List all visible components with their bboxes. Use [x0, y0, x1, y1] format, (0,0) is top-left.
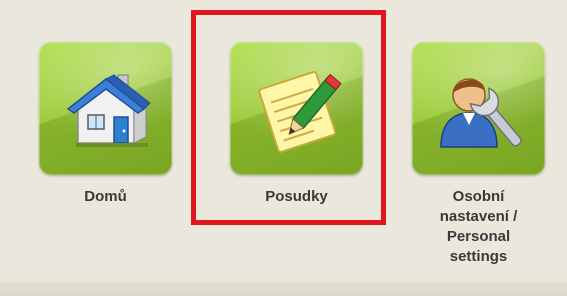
settings-tile-label: Osobní nastavení / Personal settings [409, 187, 549, 267]
home-tile-button[interactable] [39, 42, 172, 175]
settings-label-line-4: settings [449, 248, 508, 265]
settings-label-line-1: Osobní [452, 188, 505, 205]
user-wrench-icon [439, 77, 522, 148]
reviews-tile-label: Posudky [265, 188, 328, 205]
settings-tile[interactable]: Osobní nastavení / Personal settings [412, 42, 545, 267]
house-icon [66, 73, 151, 147]
reviews-tile-button[interactable] [230, 42, 363, 175]
reviews-tile[interactable]: Posudky [230, 42, 363, 207]
page-background-stripe [0, 282, 567, 296]
notepad-pencil-icon [257, 70, 342, 153]
home-tile-label: Domů [84, 188, 127, 205]
home-tile[interactable]: Domů [39, 42, 172, 207]
settings-label-line-2: nastavení / [439, 208, 518, 225]
settings-label-line-3: Personal [446, 228, 511, 245]
settings-tile-button[interactable] [412, 42, 545, 175]
